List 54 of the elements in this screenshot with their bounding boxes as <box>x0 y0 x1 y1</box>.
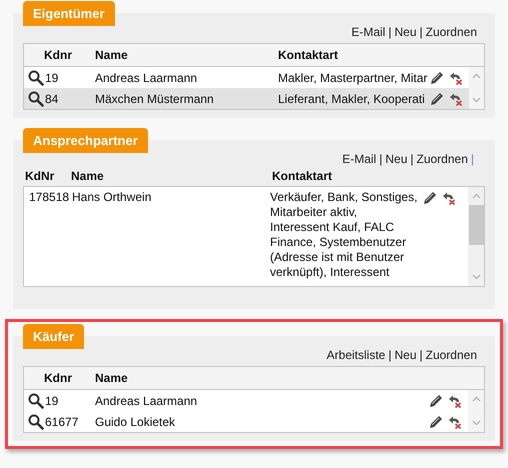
column-header: Kontaktart <box>278 47 338 64</box>
link-separator: | <box>409 151 414 168</box>
pencil-icon[interactable] <box>429 70 446 86</box>
action-link[interactable]: Neu <box>394 346 416 364</box>
undo-delete-icon[interactable] <box>442 191 456 205</box>
link-separator: | <box>387 24 392 41</box>
column-header: Kontaktart <box>272 168 332 185</box>
pencil-icon[interactable] <box>428 392 444 408</box>
column-header: Name <box>95 47 129 64</box>
table-cell-text: 61677 <box>45 414 78 430</box>
link-separator: | <box>387 347 392 364</box>
scrollbar[interactable] <box>468 187 484 286</box>
table-cell-text: Andreas Laarmann <box>95 70 198 86</box>
table-cell-text: Hans Orthwein <box>72 190 152 205</box>
table-cell-text: Andreas Laarmann <box>95 392 198 410</box>
link-separator: | <box>418 24 424 41</box>
action-link[interactable]: Neu <box>385 150 408 168</box>
column-header: Name <box>95 370 129 387</box>
table-cell-text: 19 <box>45 70 58 86</box>
link-separator: | <box>418 347 424 364</box>
table-cell-text: Makler, Masterpartner, Mitar <box>278 70 428 86</box>
column-header: Kdnr <box>43 47 73 64</box>
column-header: Kdnr <box>43 370 73 387</box>
table-cell-text: Mäxchen Müstermann <box>95 90 215 108</box>
table-cell-text: 84 <box>45 90 58 108</box>
table-cell-text: 178518 <box>28 190 70 205</box>
pencil-icon[interactable] <box>429 90 446 106</box>
search-icon[interactable] <box>28 90 44 106</box>
column-header: Name <box>71 168 105 185</box>
search-icon[interactable] <box>28 70 44 86</box>
table-row[interactable]: 84 Mäxchen Müstermann Lieferant, Makler, Kooperati <box>24 88 470 109</box>
undo-delete-icon[interactable] <box>449 92 464 106</box>
table-cell-text: Guido Lokietek <box>95 414 176 430</box>
action-link[interactable]: Zuordnen <box>416 150 468 168</box>
action-link[interactable]: Neu <box>394 23 416 41</box>
action-link[interactable]: Zuordnen <box>426 346 477 364</box>
table-cell-text: Lieferant, Makler, Kooperati <box>278 90 425 108</box>
link-separator: | <box>470 151 475 168</box>
column-header: KdNr <box>24 168 56 185</box>
undo-delete-icon[interactable] <box>448 414 462 428</box>
action-link[interactable]: Zuordnen <box>426 23 477 41</box>
search-icon[interactable] <box>28 392 44 408</box>
action-link[interactable]: Arbeitsliste <box>326 346 386 364</box>
pencil-icon[interactable] <box>422 190 438 206</box>
action-link[interactable]: E-Mail <box>342 150 376 168</box>
search-icon[interactable] <box>28 414 44 430</box>
action-link[interactable]: E-Mail <box>351 23 386 41</box>
undo-delete-icon[interactable] <box>448 394 462 408</box>
undo-delete-icon[interactable] <box>449 70 464 84</box>
table-cell-text: Verkäufer, Bank, Sonstiges, Mitarbeiter aktiv, Interessent Kauf, FALC Finance, Systembenutzer (Adresse ist mit Benutzer verknüpft), Interessent <box>270 190 418 280</box>
pencil-icon[interactable] <box>428 414 444 430</box>
table-cell-text: 19 <box>45 392 58 410</box>
scrollbar-thumb[interactable] <box>468 205 484 245</box>
link-separator: | <box>378 151 384 168</box>
